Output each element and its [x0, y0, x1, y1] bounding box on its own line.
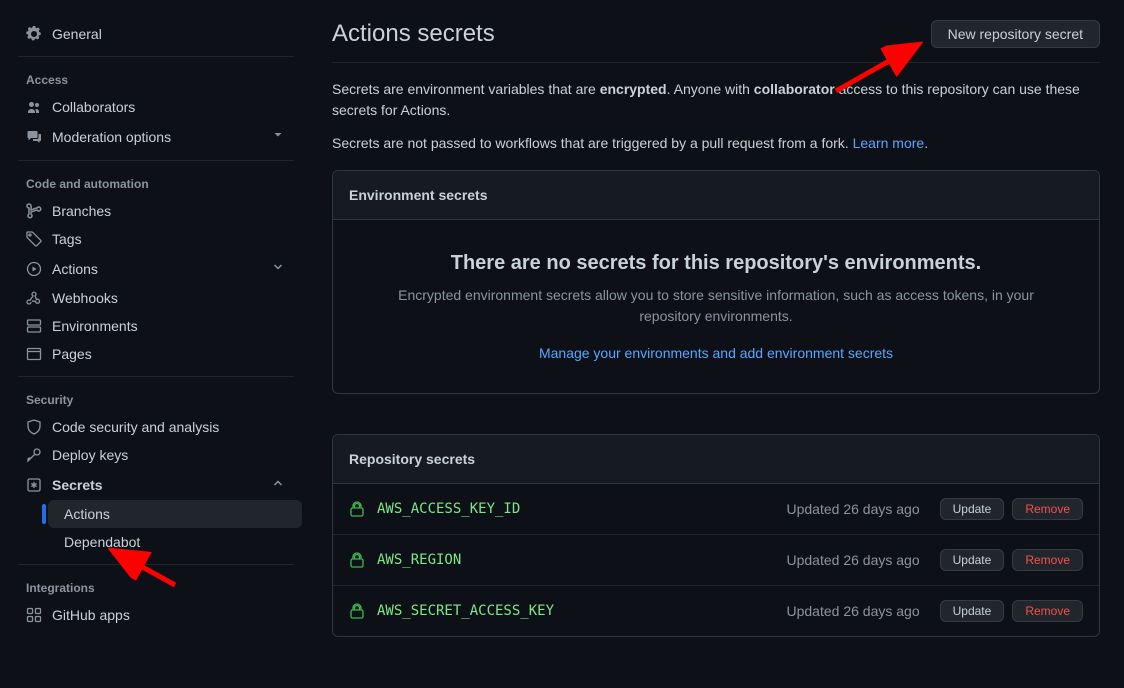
chevron-down-icon: [270, 127, 286, 146]
update-secret-button[interactable]: Update: [940, 600, 1005, 622]
git-branch-icon: [26, 203, 42, 219]
section-label-integrations: Integrations: [10, 573, 302, 601]
empty-state-title: There are no secrets for this repository…: [373, 252, 1059, 275]
description-paragraph: Secrets are environment variables that a…: [332, 79, 1100, 121]
secret-name: AWS_SECRET_ACCESS_KEY: [377, 603, 554, 619]
sidebar-subitem-actions[interactable]: Actions: [48, 500, 302, 528]
secret-row: AWS_SECRET_ACCESS_KEY Updated 26 days ago…: [333, 585, 1099, 636]
secret-row: AWS_REGION Updated 26 days ago Update Remov…: [333, 534, 1099, 585]
secret-list: AWS_ACCESS_KEY_ID Updated 26 days ago Upda…: [333, 484, 1099, 636]
section-label-access: Access: [10, 65, 302, 93]
secret-name: AWS_ACCESS_KEY_ID: [377, 501, 520, 517]
new-repository-secret-button[interactable]: New repository secret: [931, 20, 1100, 48]
play-circle-icon: [26, 261, 42, 277]
divider: [18, 56, 294, 57]
sidebar-label: GitHub apps: [52, 607, 286, 623]
panel-body-empty: There are no secrets for this repository…: [333, 220, 1099, 393]
secret-row: AWS_ACCESS_KEY_ID Updated 26 days ago Upda…: [333, 484, 1099, 534]
remove-secret-button[interactable]: Remove: [1012, 498, 1083, 520]
sidebar-label: Secrets: [52, 477, 270, 493]
sidebar-label: Dependabot: [64, 534, 286, 550]
text-bold: collaborator: [754, 81, 835, 97]
secret-updated-text: Updated 26 days ago: [787, 603, 920, 619]
secrets-submenu: Actions Dependabot: [10, 500, 302, 556]
remove-secret-button[interactable]: Remove: [1012, 549, 1083, 571]
sidebar-label: Branches: [52, 203, 286, 219]
sidebar-item-code-security[interactable]: Code security and analysis: [10, 413, 302, 441]
lock-icon: [349, 501, 365, 517]
update-secret-button[interactable]: Update: [940, 498, 1005, 520]
key-asterisk-icon: [26, 477, 42, 493]
secret-updated-text: Updated 26 days ago: [787, 501, 920, 517]
server-icon: [26, 318, 42, 334]
chevron-up-icon: [270, 475, 286, 494]
sidebar-item-deploy-keys[interactable]: Deploy keys: [10, 441, 302, 469]
gear-icon: [26, 26, 42, 42]
sidebar-label: Tags: [52, 231, 286, 247]
empty-state-description: Encrypted environment secrets allow you …: [373, 285, 1059, 327]
sidebar-label: Moderation options: [52, 129, 270, 145]
sidebar-label: Actions: [64, 506, 286, 522]
people-icon: [26, 99, 42, 115]
description-paragraph: Secrets are not passed to workflows that…: [332, 133, 1100, 154]
sidebar-subitem-dependabot[interactable]: Dependabot: [48, 528, 302, 556]
sidebar-label: Webhooks: [52, 290, 286, 306]
panel-header: Environment secrets: [333, 171, 1099, 220]
sidebar-item-webhooks[interactable]: Webhooks: [10, 284, 302, 312]
sidebar-item-branches[interactable]: Branches: [10, 197, 302, 225]
text: Secrets are environment variables that a…: [332, 81, 600, 97]
chevron-down-icon: [270, 259, 286, 278]
sidebar-item-actions[interactable]: Actions: [10, 253, 302, 284]
key-icon: [26, 447, 42, 463]
sidebar-item-tags[interactable]: Tags: [10, 225, 302, 253]
sidebar-item-collaborators[interactable]: Collaborators: [10, 93, 302, 121]
divider: [18, 376, 294, 377]
divider: [18, 160, 294, 161]
sidebar-label: Pages: [52, 346, 286, 362]
learn-more-link[interactable]: Learn more: [853, 135, 925, 151]
sidebar-label: Code security and analysis: [52, 419, 286, 435]
lock-icon: [349, 603, 365, 619]
comment-discussion-icon: [26, 129, 42, 145]
secret-updated-text: Updated 26 days ago: [787, 552, 920, 568]
sidebar-label: General: [52, 26, 286, 42]
page-title: Actions secrets: [332, 20, 495, 48]
section-label-code: Code and automation: [10, 169, 302, 197]
browser-icon: [26, 346, 42, 362]
text-bold: encrypted: [600, 81, 667, 97]
repository-secrets-panel: Repository secrets AWS_ACCESS_KEY_ID Upda…: [332, 434, 1100, 637]
divider: [18, 564, 294, 565]
manage-environments-link[interactable]: Manage your environments and add environ…: [539, 345, 893, 361]
apps-icon: [26, 607, 42, 623]
sidebar-item-general[interactable]: General: [10, 20, 302, 48]
shield-icon: [26, 419, 42, 435]
sidebar-item-pages[interactable]: Pages: [10, 340, 302, 368]
update-secret-button[interactable]: Update: [940, 549, 1005, 571]
sidebar-item-secrets[interactable]: Secrets: [10, 469, 302, 500]
tag-icon: [26, 231, 42, 247]
sidebar-item-github-apps[interactable]: GitHub apps: [10, 601, 302, 629]
sidebar-label: Environments: [52, 318, 286, 334]
webhook-icon: [26, 290, 42, 306]
page-header: Actions secrets New repository secret: [332, 20, 1100, 63]
secret-name: AWS_REGION: [377, 552, 461, 568]
sidebar-label: Deploy keys: [52, 447, 286, 463]
text: .: [924, 135, 928, 151]
main-content: Actions secrets New repository secret Se…: [310, 0, 1124, 688]
sidebar-item-moderation[interactable]: Moderation options: [10, 121, 302, 152]
sidebar-label: Actions: [52, 261, 270, 277]
sidebar-label: Collaborators: [52, 99, 286, 115]
section-label-security: Security: [10, 385, 302, 413]
text: . Anyone with: [667, 81, 754, 97]
remove-secret-button[interactable]: Remove: [1012, 600, 1083, 622]
lock-icon: [349, 552, 365, 568]
environment-secrets-panel: Environment secrets There are no secrets…: [332, 170, 1100, 394]
settings-sidebar: General Access Collaborators Moderation …: [0, 0, 310, 688]
sidebar-item-environments[interactable]: Environments: [10, 312, 302, 340]
text: Secrets are not passed to workflows that…: [332, 135, 853, 151]
panel-header: Repository secrets: [333, 435, 1099, 484]
